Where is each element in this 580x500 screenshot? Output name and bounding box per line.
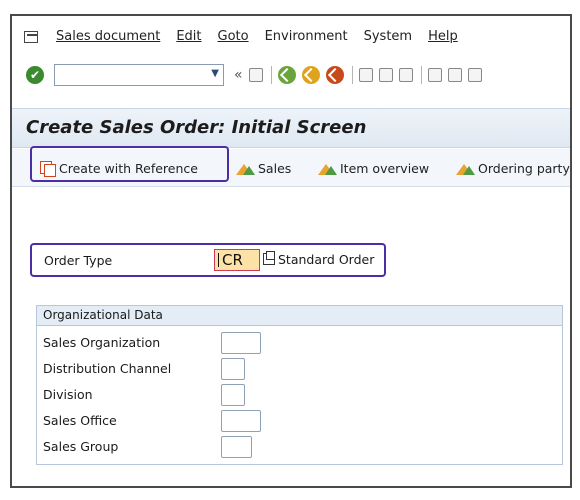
first-page-icon[interactable] (427, 68, 442, 82)
sales-button[interactable]: Sales (236, 149, 291, 187)
menu-bar: Sales document Edit Goto Environment Sys… (12, 16, 570, 56)
exit-icon[interactable] (301, 66, 320, 84)
field-label: Sales Office (43, 413, 117, 428)
sales-organization-input[interactable] (221, 332, 261, 354)
find-next-icon[interactable] (398, 68, 413, 82)
menu-goto[interactable]: Goto (218, 29, 249, 44)
field-label: Sales Organization (43, 335, 161, 350)
dropdown-arrow-icon[interactable]: ▼ (211, 68, 219, 79)
title-bar: Create Sales Order: Initial Screen (12, 108, 570, 148)
item-overview-label: Item overview (340, 160, 430, 176)
menu-help[interactable]: Help (428, 29, 458, 44)
group-header: Organizational Data (37, 306, 562, 326)
toolbar-separator (351, 66, 353, 84)
command-field[interactable]: ▼ (54, 64, 224, 86)
overview-icon (318, 161, 338, 175)
organizational-data-group: Organizational Data Sales Organization D… (36, 305, 563, 465)
field-label: Sales Group (43, 439, 119, 454)
toolbar-separator (270, 66, 272, 84)
menu-edit[interactable]: Edit (176, 29, 201, 44)
sales-office-input[interactable] (221, 410, 261, 432)
enter-check-icon[interactable]: ✔ (26, 66, 44, 84)
highlight-order-type (30, 243, 386, 277)
standard-toolbar: ✔ ▼ « (12, 60, 570, 90)
sales-group-input[interactable] (221, 436, 252, 458)
field-label: Division (43, 387, 93, 402)
menu-sales-document[interactable]: Sales document (56, 29, 160, 44)
collapse-arrow-icon[interactable]: « (234, 67, 243, 83)
window-menu-icon[interactable] (24, 29, 40, 43)
sales-label: Sales (258, 160, 292, 176)
division-input[interactable] (221, 384, 245, 406)
overview-icon (236, 161, 256, 175)
toolbar-separator (420, 66, 422, 84)
item-overview-button[interactable]: Item overview (318, 149, 429, 187)
ordering-party-label: Ordering party (478, 160, 570, 176)
menu-environment[interactable]: Environment (265, 29, 348, 44)
previous-page-icon[interactable] (447, 68, 462, 82)
highlight-create-with-reference (30, 146, 229, 182)
distribution-channel-input[interactable] (221, 358, 245, 380)
menu-system[interactable]: System (364, 29, 412, 44)
back-icon[interactable] (277, 66, 296, 84)
next-page-icon[interactable] (467, 68, 482, 82)
save-icon[interactable] (248, 68, 263, 82)
ordering-party-button[interactable]: Ordering party (456, 149, 570, 187)
print-icon[interactable] (358, 68, 373, 82)
page-title: Create Sales Order: Initial Screen (26, 117, 367, 138)
field-label: Distribution Channel (43, 361, 172, 376)
find-icon[interactable] (378, 68, 393, 82)
cancel-icon[interactable] (325, 66, 344, 84)
overview-icon (456, 161, 476, 175)
sap-window: Sales document Edit Goto Environment Sys… (10, 14, 572, 488)
